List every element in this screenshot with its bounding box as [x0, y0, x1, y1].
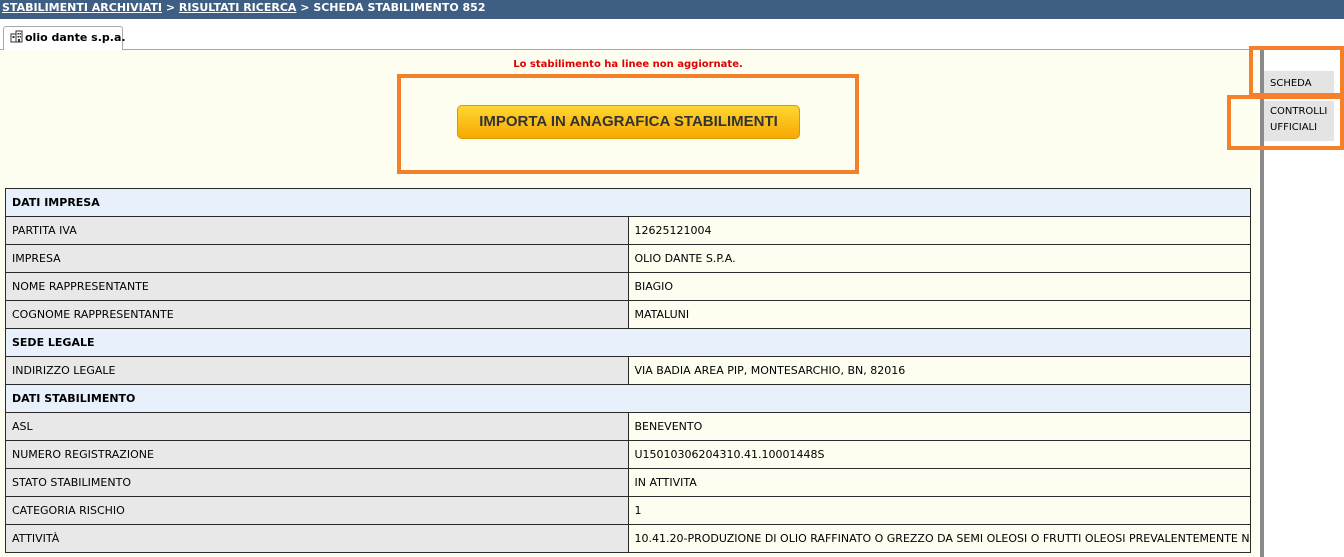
- field-value: MATALUNI: [627, 300, 1251, 329]
- field-value: 12625121004: [627, 216, 1251, 245]
- breadcrumb: STABILIMENTI ARCHIVIATI > RISULTATI RICE…: [0, 0, 1344, 19]
- field-value: IN ATTIVITA: [627, 468, 1251, 497]
- building-icon: [10, 29, 23, 43]
- scheda-highlight-frame: [1249, 46, 1344, 97]
- table-row: IMPRESA OLIO DANTE S.P.A.: [5, 244, 1251, 273]
- breadcrumb-separator: >: [161, 1, 179, 14]
- field-label: CATEGORIA RISCHIO: [5, 496, 629, 525]
- field-label: IMPRESA: [5, 244, 629, 273]
- table-row: COGNOME RAPPRESENTANTE MATALUNI: [5, 300, 1251, 329]
- section-row-dati-impresa: DATI IMPRESA: [5, 188, 1251, 217]
- section-header: SEDE LEGALE: [5, 328, 1251, 357]
- section-header: DATI STABILIMENTO: [5, 384, 1251, 413]
- table-row: ASL BENEVENTO: [5, 412, 1251, 441]
- field-label: ATTIVITÀ: [5, 524, 629, 553]
- import-button[interactable]: IMPORTA IN ANAGRAFICA STABILIMENTI: [457, 105, 800, 139]
- breadcrumb-link-stabilimenti-archiviati[interactable]: STABILIMENTI ARCHIVIATI: [2, 1, 162, 14]
- table-row: INDIRIZZO LEGALE VIA BADIA AREA PIP, MON…: [5, 356, 1251, 385]
- table-row: NUMERO REGISTRAZIONE U15010306204310.41.…: [5, 440, 1251, 469]
- field-value: VIA BADIA AREA PIP, MONTESARCHIO, BN, 82…: [627, 356, 1251, 385]
- import-highlight-frame: IMPORTA IN ANAGRAFICA STABILIMENTI: [397, 74, 859, 174]
- section-row-sede-legale: SEDE LEGALE: [5, 328, 1251, 357]
- field-label: COGNOME RAPPRESENTANTE: [5, 300, 629, 329]
- controlli-highlight-frame: [1227, 95, 1344, 150]
- table-row: CATEGORIA RISCHIO 1: [5, 496, 1251, 525]
- table-row: NOME RAPPRESENTANTE BIAGIO: [5, 272, 1251, 301]
- field-value: 1: [627, 496, 1251, 525]
- establishment-table: DATI IMPRESA PARTITA IVA 12625121004 IMP…: [5, 188, 1251, 553]
- tab-label: olio dante s.p.a.: [25, 31, 126, 44]
- field-label: PARTITA IVA: [5, 216, 629, 245]
- field-label: STATO STABILIMENTO: [5, 468, 629, 497]
- tab-olio-dante[interactable]: olio dante s.p.a.: [3, 26, 126, 50]
- field-label: NOME RAPPRESENTANTE: [5, 272, 629, 301]
- field-label: ASL: [5, 412, 629, 441]
- field-value: BENEVENTO: [627, 412, 1251, 441]
- field-value: BIAGIO: [627, 272, 1251, 301]
- section-header: DATI IMPRESA: [5, 188, 1251, 217]
- field-value: 10.41.20-PRODUZIONE DI OLIO RAFFINATO O …: [627, 524, 1251, 553]
- field-label: INDIRIZZO LEGALE: [5, 356, 629, 385]
- breadcrumb-current: SCHEDA STABILIMENTO 852: [313, 1, 486, 14]
- field-label: NUMERO REGISTRAZIONE: [5, 440, 629, 469]
- main-content: Lo stabilimento ha linee non aggiornate.…: [0, 50, 1260, 557]
- table-row: STATO STABILIMENTO IN ATTIVITA: [5, 468, 1251, 497]
- table-row: PARTITA IVA 12625121004: [5, 216, 1251, 245]
- table-row: ATTIVITÀ 10.41.20-PRODUZIONE DI OLIO RAF…: [5, 524, 1251, 553]
- field-value: U15010306204310.41.10001448S: [627, 440, 1251, 469]
- breadcrumb-separator: >: [296, 1, 314, 14]
- section-row-dati-stabilimento: DATI STABILIMENTO: [5, 384, 1251, 413]
- warning-message: Lo stabilimento ha linee non aggiornate.: [513, 59, 743, 70]
- tab-strip: olio dante s.p.a.: [0, 19, 1344, 50]
- breadcrumb-link-risultati-ricerca[interactable]: RISULTATI RICERCA: [179, 1, 297, 14]
- field-value: OLIO DANTE S.P.A.: [627, 244, 1251, 273]
